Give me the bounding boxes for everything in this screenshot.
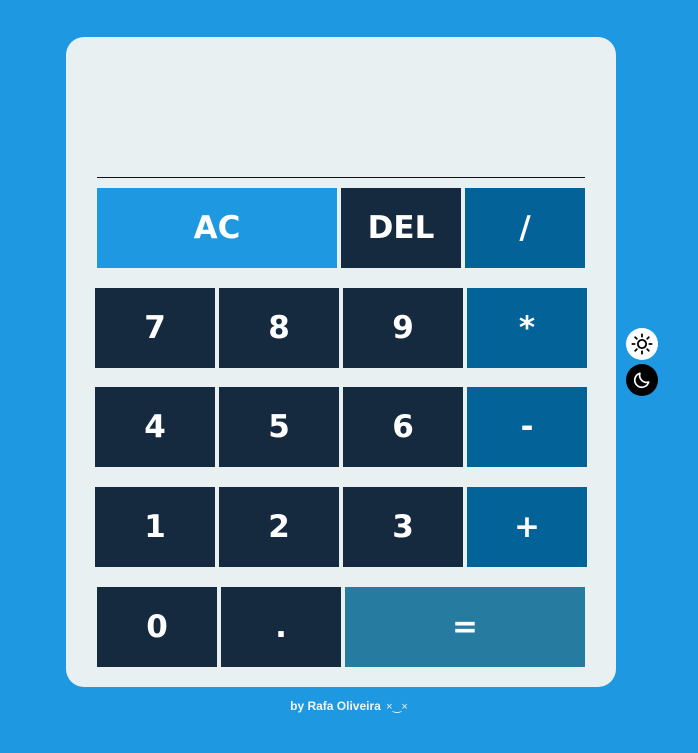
digit-9-button[interactable]: 9 — [343, 288, 463, 368]
footer-emoji: ×‿× — [386, 701, 408, 713]
multiply-button[interactable]: * — [467, 288, 587, 368]
decimal-button[interactable]: . — [221, 587, 341, 667]
dark-theme-button[interactable] — [626, 364, 658, 396]
divide-button[interactable]: / — [465, 188, 585, 268]
digit-7-button[interactable]: 7 — [95, 288, 215, 368]
digit-0-button[interactable]: 0 — [97, 587, 217, 667]
clear-all-button[interactable]: AC — [97, 188, 337, 268]
digit-8-button[interactable]: 8 — [219, 288, 339, 368]
theme-toggle-group — [626, 328, 658, 400]
moon-icon — [633, 372, 650, 389]
calculator-panel: AC DEL / 7 8 9 * 4 5 6 - 1 2 3 + 0 . = — [66, 37, 616, 687]
sun-icon — [631, 333, 653, 355]
digit-4-button[interactable]: 4 — [95, 387, 215, 467]
footer-credit: by Rafa Oliveira ×‿× — [0, 699, 698, 713]
equals-button[interactable]: = — [345, 587, 585, 667]
digit-3-button[interactable]: 3 — [343, 487, 463, 567]
add-button[interactable]: + — [467, 487, 587, 567]
digit-6-button[interactable]: 6 — [343, 387, 463, 467]
calculator-display — [97, 57, 585, 178]
digit-1-button[interactable]: 1 — [95, 487, 215, 567]
digit-5-button[interactable]: 5 — [219, 387, 339, 467]
footer-credit-text: by Rafa Oliveira — [290, 699, 381, 713]
light-theme-button[interactable] — [626, 328, 658, 360]
delete-button[interactable]: DEL — [341, 188, 461, 268]
subtract-button[interactable]: - — [467, 387, 587, 467]
digit-2-button[interactable]: 2 — [219, 487, 339, 567]
